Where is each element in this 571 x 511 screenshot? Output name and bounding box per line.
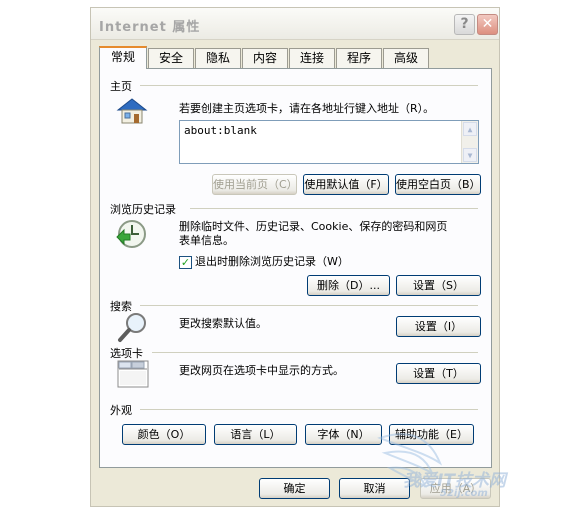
use-blank-button[interactable]: 使用空白页（B） <box>395 174 481 195</box>
scroll-up-icon[interactable]: ▲ <box>463 122 477 136</box>
tab-connections[interactable]: 连接 <box>289 48 335 68</box>
tabs-settings-button[interactable]: 设置（T） <box>396 363 481 384</box>
home-instruction: 若要创建主页选项卡，请在各地址行键入地址（R）。 <box>179 102 435 115</box>
use-default-button[interactable]: 使用默认值（F） <box>303 174 389 195</box>
ok-button[interactable]: 确定 <box>259 478 330 499</box>
delete-on-exit-checkbox[interactable]: ✓ <box>179 256 192 269</box>
address-scrollbar[interactable]: ▲ ▼ <box>461 121 478 163</box>
site-watermark: 我爱IT技术网 52ij.com <box>370 418 570 508</box>
tabs-divider <box>152 352 478 353</box>
home-address-value: about:blank <box>184 124 257 137</box>
tab-security[interactable]: 安全 <box>148 48 194 68</box>
history-description-line2: 表单信息。 <box>179 234 234 247</box>
tab-general[interactable]: 常规 <box>99 46 147 69</box>
home-divider <box>140 85 478 86</box>
history-clock-icon <box>116 220 146 248</box>
colors-button[interactable]: 颜色（O） <box>122 424 206 445</box>
use-current-button[interactable]: 使用当前页（C） <box>212 174 298 195</box>
appearance-group-label: 外观 <box>110 402 136 418</box>
tab-privacy[interactable]: 隐私 <box>195 48 241 68</box>
home-icon <box>116 98 148 124</box>
history-settings-button[interactable]: 设置（S） <box>396 275 481 296</box>
history-description-line1: 删除临时文件、历史记录、Cookie、保存的密码和网页 <box>179 220 448 233</box>
search-divider <box>140 305 478 306</box>
help-button[interactable]: ? <box>454 14 475 35</box>
delete-on-exit-label[interactable]: 退出时删除浏览历史记录（W） <box>195 254 349 269</box>
search-magnifier-icon <box>118 313 146 342</box>
search-settings-button[interactable]: 设置（I） <box>396 316 481 337</box>
history-divider <box>190 208 478 209</box>
scroll-down-icon[interactable]: ▼ <box>463 148 477 162</box>
title-bar[interactable]: Internet 属性 ? ✕ <box>91 8 499 40</box>
search-description: 更改搜索默认值。 <box>179 317 267 330</box>
tab-advanced[interactable]: 高级 <box>383 48 429 68</box>
tabs-description: 更改网页在选项卡中显示的方式。 <box>179 364 344 377</box>
home-address-input[interactable]: about:blank ▲ ▼ <box>179 120 479 164</box>
general-tab-panel: 主页 若要创建主页选项卡，请在各地址行键入地址（R）。 about:blank … <box>99 68 492 468</box>
languages-button[interactable]: 语言（L） <box>214 424 297 445</box>
tab-content[interactable]: 内容 <box>242 48 288 68</box>
delete-history-button[interactable]: 删除（D）... <box>307 275 390 296</box>
window-title: Internet 属性 <box>99 20 201 35</box>
history-group-label: 浏览历史记录 <box>110 201 180 217</box>
watermark-url: 52ij.com <box>440 488 488 499</box>
close-button[interactable]: ✕ <box>477 14 498 35</box>
tab-programs[interactable]: 程序 <box>336 48 382 68</box>
home-group-label: 主页 <box>110 78 136 94</box>
appearance-divider <box>140 409 478 410</box>
tabbed-window-icon <box>117 360 149 388</box>
